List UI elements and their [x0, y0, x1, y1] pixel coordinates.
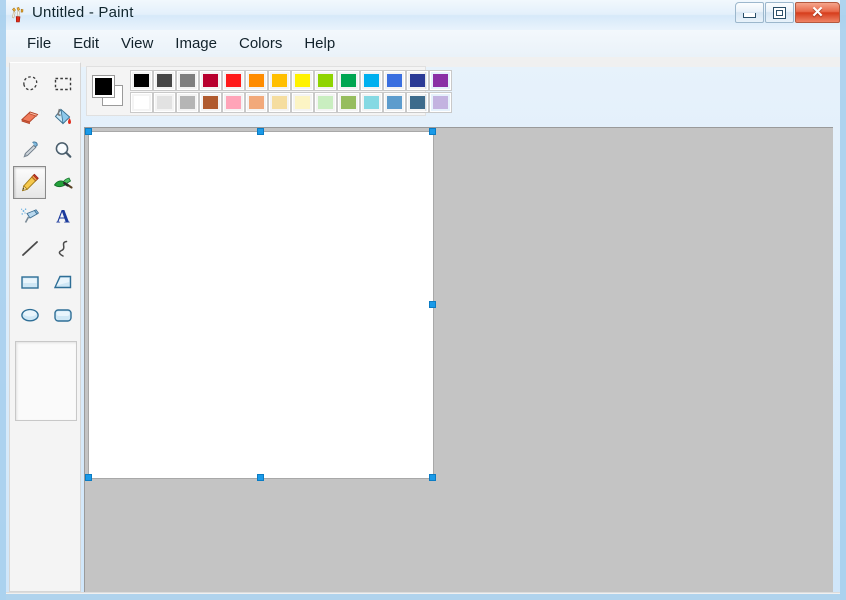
tool-line[interactable] — [13, 232, 46, 265]
palette-bottom-swatch-9[interactable] — [338, 93, 359, 112]
palette-bottom-swatch-5[interactable] — [246, 93, 267, 112]
minimize-icon — [743, 13, 756, 18]
palette-top-swatch-9[interactable] — [338, 71, 359, 90]
airbrush-icon — [19, 205, 41, 227]
ellipse-icon — [19, 304, 41, 326]
tool-grid: A — [13, 67, 79, 331]
menu-file[interactable]: File — [16, 33, 62, 54]
palette-bottom-swatch-1[interactable] — [154, 93, 175, 112]
palette-top-swatch-8[interactable] — [315, 71, 336, 90]
palette-bottom-swatch-2[interactable] — [177, 93, 198, 112]
palette-top-swatch-13[interactable] — [430, 71, 451, 90]
title-bar[interactable]: Untitled - Paint ✕ — [0, 0, 846, 30]
palette-top-swatch-0[interactable] — [131, 71, 152, 90]
maximize-button[interactable] — [765, 2, 794, 23]
tool-pick-color[interactable] — [13, 133, 46, 166]
palette-bottom-swatch-4[interactable] — [223, 93, 244, 112]
tool-eraser[interactable] — [13, 100, 46, 133]
palette-top-swatch-2[interactable] — [177, 71, 198, 90]
palette-bottom-swatch-11[interactable] — [384, 93, 405, 112]
resize-handle-top-center[interactable] — [257, 128, 264, 135]
close-icon: ✕ — [811, 5, 824, 20]
rectangular-select-icon — [52, 73, 74, 95]
menu-bar: File Edit View Image Colors Help — [6, 30, 840, 57]
eraser-icon — [19, 106, 41, 128]
palette-bottom-swatch-13[interactable] — [430, 93, 451, 112]
palette-bottom-swatch-7[interactable] — [292, 93, 313, 112]
tool-free-form-select[interactable] — [13, 67, 46, 100]
palette-top-swatch-11[interactable] — [384, 71, 405, 90]
palette-top-swatch-7[interactable] — [292, 71, 313, 90]
menu-colors[interactable]: Colors — [228, 33, 293, 54]
tool-text[interactable]: A — [46, 199, 79, 232]
tool-polygon[interactable] — [46, 265, 79, 298]
tool-magnifier[interactable] — [46, 133, 79, 166]
tool-curve[interactable] — [46, 232, 79, 265]
fill-bucket-icon — [52, 106, 74, 128]
foreground-color-swatch[interactable] — [92, 75, 115, 98]
magnifier-icon — [52, 139, 74, 161]
maximize-icon — [773, 7, 786, 19]
resize-handle-top-right[interactable] — [429, 128, 436, 135]
foreground-background-color-indicator[interactable] — [91, 74, 125, 108]
close-button[interactable]: ✕ — [795, 2, 840, 23]
palette-top-swatch-1[interactable] — [154, 71, 175, 90]
rounded-rectangle-icon — [52, 304, 74, 326]
polygon-icon — [52, 271, 74, 293]
palette-bottom-swatch-0[interactable] — [131, 93, 152, 112]
palette-top-swatch-3[interactable] — [200, 71, 221, 90]
tool-rounded-rectangle[interactable] — [46, 298, 79, 331]
tool-box: A — [9, 62, 81, 592]
palette-row-top — [131, 71, 453, 90]
palette-top-swatch-4[interactable] — [223, 71, 244, 90]
resize-handle-bottom-right[interactable] — [429, 474, 436, 481]
palette-row-bottom — [131, 93, 453, 112]
menu-edit[interactable]: Edit — [62, 33, 110, 54]
eyedropper-icon — [19, 139, 41, 161]
status-bar — [6, 592, 840, 600]
tool-brush[interactable] — [46, 166, 79, 199]
menu-view[interactable]: View — [110, 33, 164, 54]
palette-bottom-swatch-3[interactable] — [200, 93, 221, 112]
curve-icon — [52, 238, 74, 260]
palette-top-swatch-10[interactable] — [361, 71, 382, 90]
tool-airbrush[interactable] — [13, 199, 46, 232]
line-icon — [19, 238, 41, 260]
palette-top-swatch-6[interactable] — [269, 71, 290, 90]
palette-bottom-swatch-6[interactable] — [269, 93, 290, 112]
palette-bottom-swatch-8[interactable] — [315, 93, 336, 112]
window-title: Untitled - Paint — [32, 4, 134, 21]
resize-handle-top-left[interactable] — [85, 128, 92, 135]
resize-handle-middle-right[interactable] — [429, 301, 436, 308]
color-palette — [86, 66, 426, 116]
resize-handle-bottom-center[interactable] — [257, 474, 264, 481]
menu-image[interactable]: Image — [164, 33, 228, 54]
pencil-icon — [19, 172, 41, 194]
rectangle-icon — [19, 271, 41, 293]
paint-brushes-icon — [8, 5, 28, 25]
minimize-button[interactable] — [735, 2, 764, 23]
palette-top-swatch-12[interactable] — [407, 71, 428, 90]
tool-ellipse[interactable] — [13, 298, 46, 331]
tool-pencil[interactable] — [13, 166, 46, 199]
menu-help[interactable]: Help — [293, 33, 346, 54]
resize-handle-bottom-left[interactable] — [85, 474, 92, 481]
drawing-canvas[interactable] — [88, 131, 434, 479]
tool-options-panel[interactable] — [15, 341, 77, 421]
paintbrush-icon — [52, 172, 74, 194]
svg-text:A: A — [56, 206, 70, 227]
canvas-workspace[interactable] — [84, 127, 833, 593]
palette-bottom-swatch-10[interactable] — [361, 93, 382, 112]
free-form-select-icon — [19, 73, 41, 95]
window-controls: ✕ — [735, 2, 840, 23]
paint-application-window: Untitled - Paint ✕ File Edit View Image … — [0, 0, 846, 600]
palette-bottom-swatch-12[interactable] — [407, 93, 428, 112]
tool-rectangle[interactable] — [13, 265, 46, 298]
tool-rectangular-select[interactable] — [46, 67, 79, 100]
palette-swatch-grid — [131, 71, 453, 112]
text-icon: A — [52, 205, 74, 227]
tool-fill-with-color[interactable] — [46, 100, 79, 133]
palette-top-swatch-5[interactable] — [246, 71, 267, 90]
